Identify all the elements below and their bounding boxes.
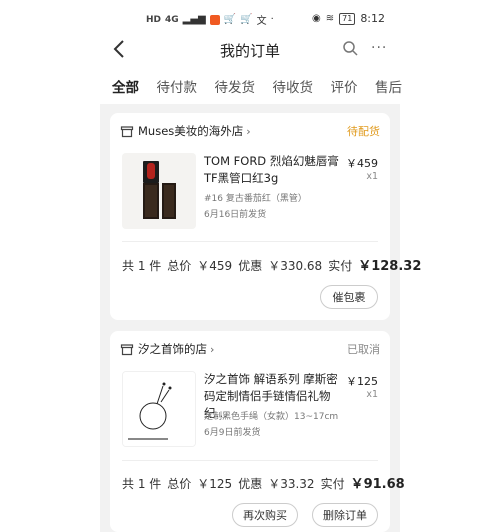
notification-icon: 文 <box>256 16 267 27</box>
shop-name: 汐之首饰的店 <box>138 342 207 356</box>
item-count: 共 1 件 <box>122 477 162 491</box>
battery-icon: 71 <box>339 12 356 25</box>
order-summary: 共 1 件 总价 ￥125 优惠 ￥33.32 实付 ￥91.68 <box>122 473 405 492</box>
search-icon[interactable] <box>342 40 358 56</box>
product-image-bracelet[interactable] <box>122 371 196 447</box>
eye-icon: ◉ <box>312 13 321 24</box>
order-tabs: 全部 待付款 待发货 待收货 评价 售后 <box>112 76 402 106</box>
status-bar: HD 4G ▂▄▆ 🛒 🛒 文 · ◉ ≋ 71 8:12 <box>0 0 500 36</box>
chevron-right-icon: › <box>210 342 215 356</box>
paid-amount: ￥128.32 <box>358 259 422 274</box>
tab-after-sales[interactable]: 售后 <box>375 76 402 100</box>
cart-icon: 🛒 <box>223 14 237 25</box>
total-label: 总价 <box>167 477 192 491</box>
discount-label: 优惠 <box>238 477 263 491</box>
product-image-lipstick[interactable] <box>122 153 196 229</box>
shipping-deadline: 6月9日前发货 <box>204 428 261 438</box>
shipping-deadline: 6月16日前发货 <box>204 210 267 220</box>
divider <box>122 241 378 242</box>
app-notification-icon <box>209 14 220 25</box>
product-title[interactable]: TOM FORD 烈焰幻魅唇膏 TF黑管口红3g <box>204 153 344 187</box>
hd-indicator: HD <box>146 14 162 25</box>
item-count: 共 1 件 <box>122 259 162 273</box>
store-icon <box>120 344 134 356</box>
more-notifications-icon: · <box>270 14 274 25</box>
product-price: ￥459 <box>346 157 378 170</box>
chevron-right-icon: › <box>246 124 251 138</box>
total-label: 总价 <box>167 259 192 273</box>
discount-label: 优惠 <box>238 259 263 273</box>
cart-icon: 🛒 <box>240 14 253 25</box>
product-spec: #16 复古番茄红（黑管） <box>204 194 307 204</box>
paid-amount: ￥91.68 <box>350 477 405 492</box>
order-summary: 共 1 件 总价 ￥459 优惠 ￥330.68 实付 ￥128.32 <box>122 255 421 274</box>
paid-label: 实付 <box>328 259 353 273</box>
tab-review[interactable]: 评价 <box>331 76 358 100</box>
tab-all[interactable]: 全部 <box>112 76 139 106</box>
shop-header[interactable]: 汐之首饰的店 › 已取消 <box>120 340 380 358</box>
shop-name: Muses美妆的海外店 <box>138 124 244 138</box>
product-spec: 定制黑色手绳（女款）13~17cm <box>204 412 339 422</box>
page-title: 我的订单 <box>219 42 280 60</box>
wifi-icon: ≋ <box>325 13 335 24</box>
total-amount: ￥459 <box>197 259 233 273</box>
buy-again-button[interactable]: 再次购买 <box>232 503 298 527</box>
tab-pending-shipment[interactable]: 待发货 <box>215 76 256 100</box>
order-status: 待配货 <box>347 125 380 138</box>
product-price: ￥125 <box>346 375 378 388</box>
urge-package-button[interactable]: 催包裹 <box>320 285 378 309</box>
order-card[interactable]: Muses美妆的海外店 › 待配货 TOM FORD 烈焰幻魅唇膏 TF黑管口红… <box>110 113 421 320</box>
nav-bar: 我的订单 ··· <box>0 36 500 66</box>
tab-pending-receipt[interactable]: 待收货 <box>273 76 314 100</box>
product-quantity: x1 <box>366 171 378 182</box>
product-quantity: x1 <box>366 389 378 400</box>
paid-label: 实付 <box>320 477 345 491</box>
store-icon <box>120 126 134 138</box>
delete-order-button[interactable]: 删除订单 <box>312 503 378 527</box>
shop-header[interactable]: Muses美妆的海外店 › 待配货 <box>120 122 380 140</box>
order-status: 已取消 <box>347 343 380 356</box>
discount-amount: ￥33.32 <box>268 477 315 491</box>
signal-bars-icon: ▂▄▆ <box>182 14 206 25</box>
total-amount: ￥125 <box>197 477 233 491</box>
clock-time: 8:12 <box>360 12 386 25</box>
order-card[interactable]: 汐之首饰的店 › 已取消 汐之首饰 解语系列 摩斯密码定制情侣手链情侣礼物纪… … <box>110 331 405 532</box>
discount-amount: ￥330.68 <box>268 259 323 273</box>
signal-icon: 4G <box>165 14 179 25</box>
tab-pending-payment[interactable]: 待付款 <box>157 76 198 100</box>
more-icon[interactable]: ··· <box>371 40 387 56</box>
divider <box>122 460 378 461</box>
